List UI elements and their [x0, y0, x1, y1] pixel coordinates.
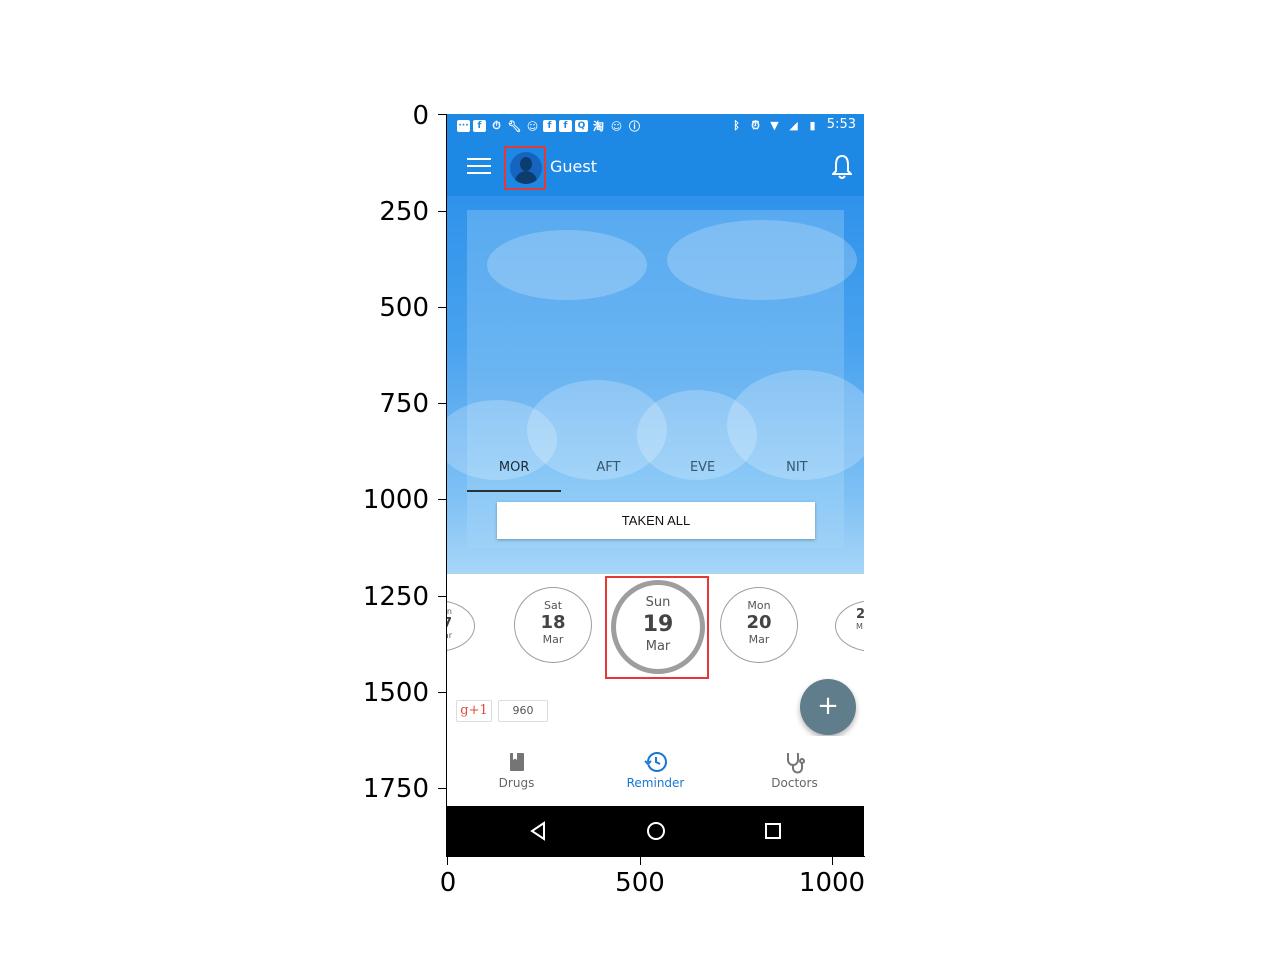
date-item-sat-18[interactable]: Sat 18 Mar — [514, 587, 592, 663]
y-tick — [438, 692, 446, 693]
book-icon — [509, 753, 524, 771]
avatar-button[interactable] — [504, 146, 546, 190]
y-tick — [438, 307, 446, 308]
smiley-icon: ☺ — [526, 119, 539, 133]
nav-drugs[interactable]: Drugs — [447, 736, 586, 806]
taken-all-button[interactable]: TAKEN ALL — [497, 502, 815, 539]
x-tick — [640, 857, 641, 865]
nav-reminder-label: Reminder — [626, 776, 685, 790]
wrench-icon: 🔧︎ — [507, 119, 522, 133]
y-tick — [438, 403, 446, 404]
y-tick-label: 1750 — [362, 774, 429, 804]
nav-reminder[interactable]: Reminder — [586, 736, 725, 806]
date-strip: n 7 ar Sat 18 Mar Sun 19 Mar Mon 20 Mar … — [447, 574, 864, 680]
notification-icons: ··· f ⏱ 🔧︎ ☺ f f Q 淘 ☺ ⓘ — [457, 119, 642, 133]
google-plus-button[interactable]: g+1 — [456, 700, 492, 722]
x-axis-spine — [446, 856, 865, 857]
x-tick-label: 0 — [439, 868, 457, 898]
battery-icon: ▮ — [809, 119, 816, 132]
y-tick-label: 1500 — [362, 678, 429, 708]
bluetooth-icon: ᛒ — [733, 119, 740, 132]
menu-icon[interactable] — [467, 158, 491, 176]
date-item[interactable]: 2 M — [835, 600, 864, 652]
y-tick-label: 1250 — [362, 582, 429, 612]
system-navigation-bar — [447, 806, 864, 856]
app-bar: Guest — [447, 138, 864, 196]
user-name: Guest — [550, 157, 597, 176]
date-item-sun-19[interactable]: Sun 19 Mar — [611, 580, 705, 674]
avatar — [510, 152, 542, 184]
selected-date-highlight[interactable]: Sun 19 Mar — [605, 576, 709, 679]
back-icon[interactable] — [527, 819, 551, 843]
info-icon: ⓘ — [629, 120, 640, 133]
date-item-mon-20[interactable]: Mon 20 Mar — [720, 587, 798, 663]
taobao-icon: 淘 — [593, 120, 604, 133]
tab-evening[interactable]: EVE — [656, 444, 750, 492]
y-tick-label: 1000 — [362, 485, 429, 515]
history-icon — [643, 752, 667, 772]
status-bar: ··· f ⏱ 🔧︎ ☺ f f Q 淘 ☺ ⓘ ᛒ ⏰︎ ▼ ◢ ▮ 5:53 — [447, 114, 864, 138]
y-tick — [438, 788, 446, 789]
date-item[interactable]: n 7 ar — [447, 600, 475, 652]
system-status-icons: ᛒ ⏰︎ ▼ ◢ ▮ — [729, 118, 820, 133]
stethoscope-icon — [786, 753, 805, 774]
alarm-icon: ⏰︎ — [751, 118, 760, 132]
y-tick — [438, 596, 446, 597]
x-tick-label: 500 — [615, 868, 665, 898]
signal-icon: ◢ — [789, 119, 798, 132]
home-icon[interactable] — [644, 819, 668, 843]
bottom-navigation: Drugs Reminder Doctors — [447, 736, 864, 806]
tab-afternoon[interactable]: AFT — [561, 444, 655, 492]
add-reminder-button[interactable]: + — [800, 679, 856, 735]
bell-icon[interactable] — [832, 154, 852, 180]
google-plus-count: 960 — [498, 700, 548, 722]
nav-drugs-label: Drugs — [498, 776, 535, 790]
y-tick — [438, 499, 446, 500]
timer-icon: ⏱ — [492, 119, 501, 132]
facebook-icon: f — [559, 120, 572, 132]
y-tick-label: 500 — [379, 293, 429, 323]
time-of-day-tabs: MOR AFT EVE NIT — [467, 444, 844, 492]
y-tick-label: 750 — [379, 389, 429, 419]
status-time: 5:53 — [826, 117, 856, 132]
wifi-icon: ▼ — [770, 119, 779, 132]
tab-night[interactable]: NIT — [750, 444, 844, 492]
x-tick — [447, 857, 448, 865]
nav-doctors-label: Doctors — [771, 776, 818, 790]
x-tick-label: 1000 — [798, 868, 866, 898]
message-icon: ··· — [457, 120, 470, 132]
recents-icon[interactable] — [761, 819, 785, 843]
x-tick — [832, 857, 833, 865]
facebook-icon: f — [543, 120, 556, 132]
y-tick-label: 250 — [379, 197, 429, 227]
phone-screen: ··· f ⏱ 🔧︎ ☺ f f Q 淘 ☺ ⓘ ᛒ ⏰︎ ▼ ◢ ▮ 5:53 — [447, 114, 864, 856]
smiley-icon: ☺ — [610, 119, 623, 133]
google-plus-widget: g+1 960 — [456, 700, 548, 722]
qq-icon: Q — [575, 120, 588, 132]
tab-morning[interactable]: MOR — [467, 444, 562, 492]
dose-card — [447, 210, 864, 548]
facebook-icon: f — [473, 120, 486, 132]
nav-doctors[interactable]: Doctors — [725, 736, 864, 806]
y-tick-label: 0 — [412, 101, 429, 131]
y-tick — [438, 114, 446, 115]
y-tick — [438, 211, 446, 212]
